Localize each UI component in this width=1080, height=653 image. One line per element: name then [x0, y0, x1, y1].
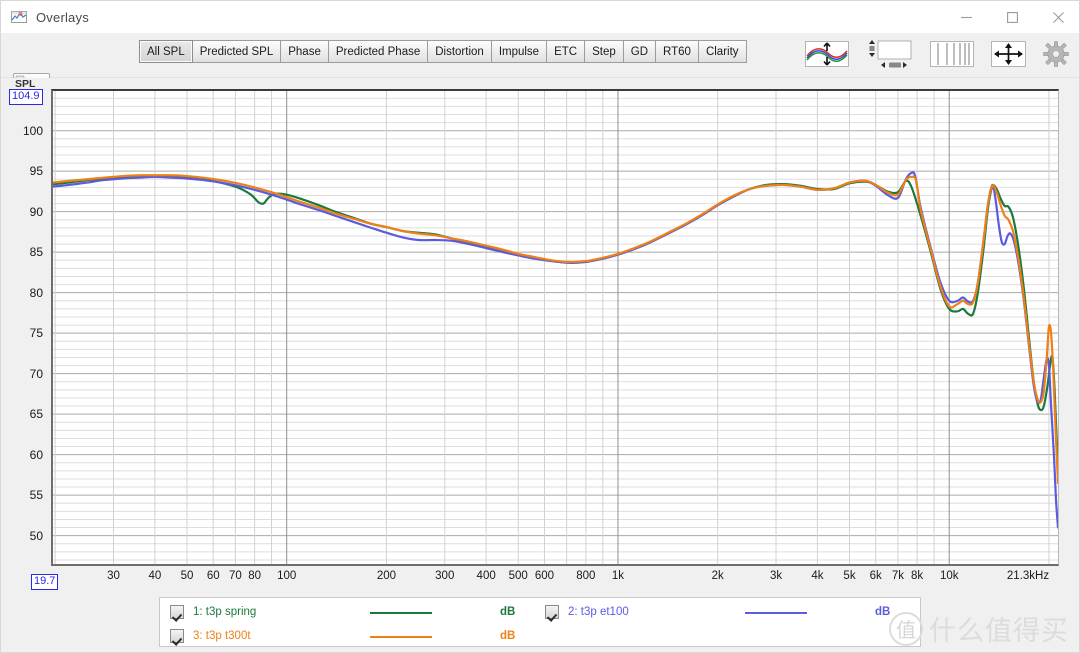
legend-label-1: 1: t3p spring — [193, 606, 257, 618]
spl-curves — [53, 91, 1058, 564]
x-tick-100: 100 — [277, 570, 297, 582]
legend-swatch-3 — [370, 636, 432, 638]
pan-move-icon[interactable] — [991, 41, 1026, 67]
x-tick-5k: 5k — [843, 570, 856, 582]
tab-etc[interactable]: ETC — [547, 40, 586, 63]
tab-phase[interactable]: Phase — [281, 40, 329, 63]
x-tick-50: 50 — [180, 570, 194, 582]
vertical-bars-icon[interactable] — [930, 41, 974, 67]
y-tick-55: 55 — [29, 488, 43, 503]
x-tick-2k: 2k — [711, 570, 724, 582]
tab-rt60[interactable]: RT60 — [656, 40, 699, 63]
tab-predicted-spl[interactable]: Predicted SPL — [192, 40, 282, 63]
y-tick-85: 85 — [29, 245, 43, 260]
minimize-button[interactable] — [943, 1, 989, 33]
title-bar: Overlays — [1, 1, 1079, 33]
x-tick-80: 80 — [248, 570, 262, 582]
graph-area: SPL 104.9 19.7 100 95 90 85 80 75 70 65 60 55 50 3… — [1, 78, 1079, 595]
tab-impulse[interactable]: Impulse — [491, 40, 548, 63]
legend-checkbox-2[interactable] — [545, 605, 559, 619]
legend-item-3[interactable]: 3: t3p t300t dB — [170, 624, 540, 648]
x-tick-6k: 6k — [869, 570, 882, 582]
y-tick-60: 60 — [29, 447, 43, 462]
x-tick-600: 600 — [534, 570, 555, 582]
legend-label-3: 3: t3p t300t — [193, 630, 251, 642]
y-tick-80: 80 — [29, 285, 43, 300]
window-title: Overlays — [36, 9, 89, 25]
legend-item-2[interactable]: 2: t3p et100 dB — [545, 600, 915, 624]
x-tick-4k: 4k — [811, 570, 824, 582]
x-tick-7k: 7k — [891, 570, 904, 582]
tab-step[interactable]: Step — [585, 40, 624, 63]
tab-distortion[interactable]: Distortion — [428, 40, 492, 63]
y-tick-100: 100 — [22, 123, 43, 138]
legend-swatch-2 — [745, 612, 807, 614]
overlays-window: Overlays All SPL Predicted SPL Phase Pre… — [0, 0, 1080, 653]
y-axis-labels: 100 95 90 85 80 75 70 65 60 55 50 — [1, 89, 49, 566]
legend-checkbox-3[interactable] — [170, 629, 184, 643]
y-tick-70: 70 — [29, 366, 43, 381]
legend-panel: 1: t3p spring dB 2: t3p et100 dB 3: t3p … — [159, 597, 921, 647]
x-tick-8k: 8k — [911, 570, 924, 582]
x-tick-21.3kHz: 21.3kHz — [1006, 570, 1050, 582]
x-tick-400: 400 — [476, 570, 496, 582]
y-tick-65: 65 — [29, 407, 43, 422]
y-tick-75: 75 — [29, 326, 43, 341]
plot-canvas[interactable] — [51, 89, 1059, 566]
window-controls — [943, 1, 1079, 33]
y-tick-90: 90 — [29, 204, 43, 219]
legend-label-2: 2: t3p et100 — [568, 606, 629, 618]
x-tick-500: 500 — [508, 570, 528, 582]
overlays-window-icon — [11, 9, 27, 25]
maximize-button[interactable] — [989, 1, 1035, 33]
x-tick-60: 60 — [206, 570, 220, 582]
x-tick-30: 30 — [107, 570, 120, 582]
x-tick-70: 70 — [228, 570, 242, 582]
axis-limits-icon[interactable] — [866, 39, 913, 69]
legend-swatch-1 — [370, 612, 432, 614]
legend-checkbox-1[interactable] — [170, 605, 184, 619]
x-tick-40: 40 — [148, 570, 162, 582]
x-tick-1k: 1k — [611, 570, 625, 582]
x-tick-300: 300 — [435, 570, 455, 582]
legend-unit-2: dB — [875, 606, 891, 618]
legend-item-1[interactable]: 1: t3p spring dB — [170, 600, 540, 624]
tab-predicted-phase[interactable]: Predicted Phase — [328, 40, 429, 63]
x-axis-labels: 30 40 50 60 70 80 100 200 300 400 500 600 800 1k 2k 3k 4… — [51, 570, 1061, 592]
tab-gd[interactable]: GD — [623, 40, 657, 63]
x-tick-3k: 3k — [769, 570, 783, 582]
y-tick-50: 50 — [29, 528, 43, 543]
toolbar: All SPL Predicted SPL Phase Predicted Ph… — [1, 33, 1079, 99]
x-tick-800: 800 — [576, 570, 596, 582]
x-tick-10k: 10k — [939, 570, 959, 582]
curve-series-3 — [53, 174, 1058, 485]
legend-unit-3: dB — [500, 630, 516, 642]
close-button[interactable] — [1035, 1, 1079, 33]
tab-all-spl[interactable]: All SPL — [139, 40, 193, 63]
gear-settings-icon[interactable] — [1043, 41, 1069, 67]
legend-unit-1: dB — [500, 606, 516, 618]
view-tabs: All SPL Predicted SPL Phase Predicted Ph… — [139, 40, 747, 63]
y-tick-95: 95 — [29, 164, 43, 179]
curves-offset-icon[interactable] — [805, 41, 849, 67]
curve-series-2 — [53, 171, 1058, 529]
watermark-text: 什么值得买 — [929, 616, 1069, 646]
x-tick-200: 200 — [376, 570, 397, 582]
toolbar-icon-group — [805, 39, 1069, 69]
tab-clarity[interactable]: Clarity — [698, 40, 747, 63]
